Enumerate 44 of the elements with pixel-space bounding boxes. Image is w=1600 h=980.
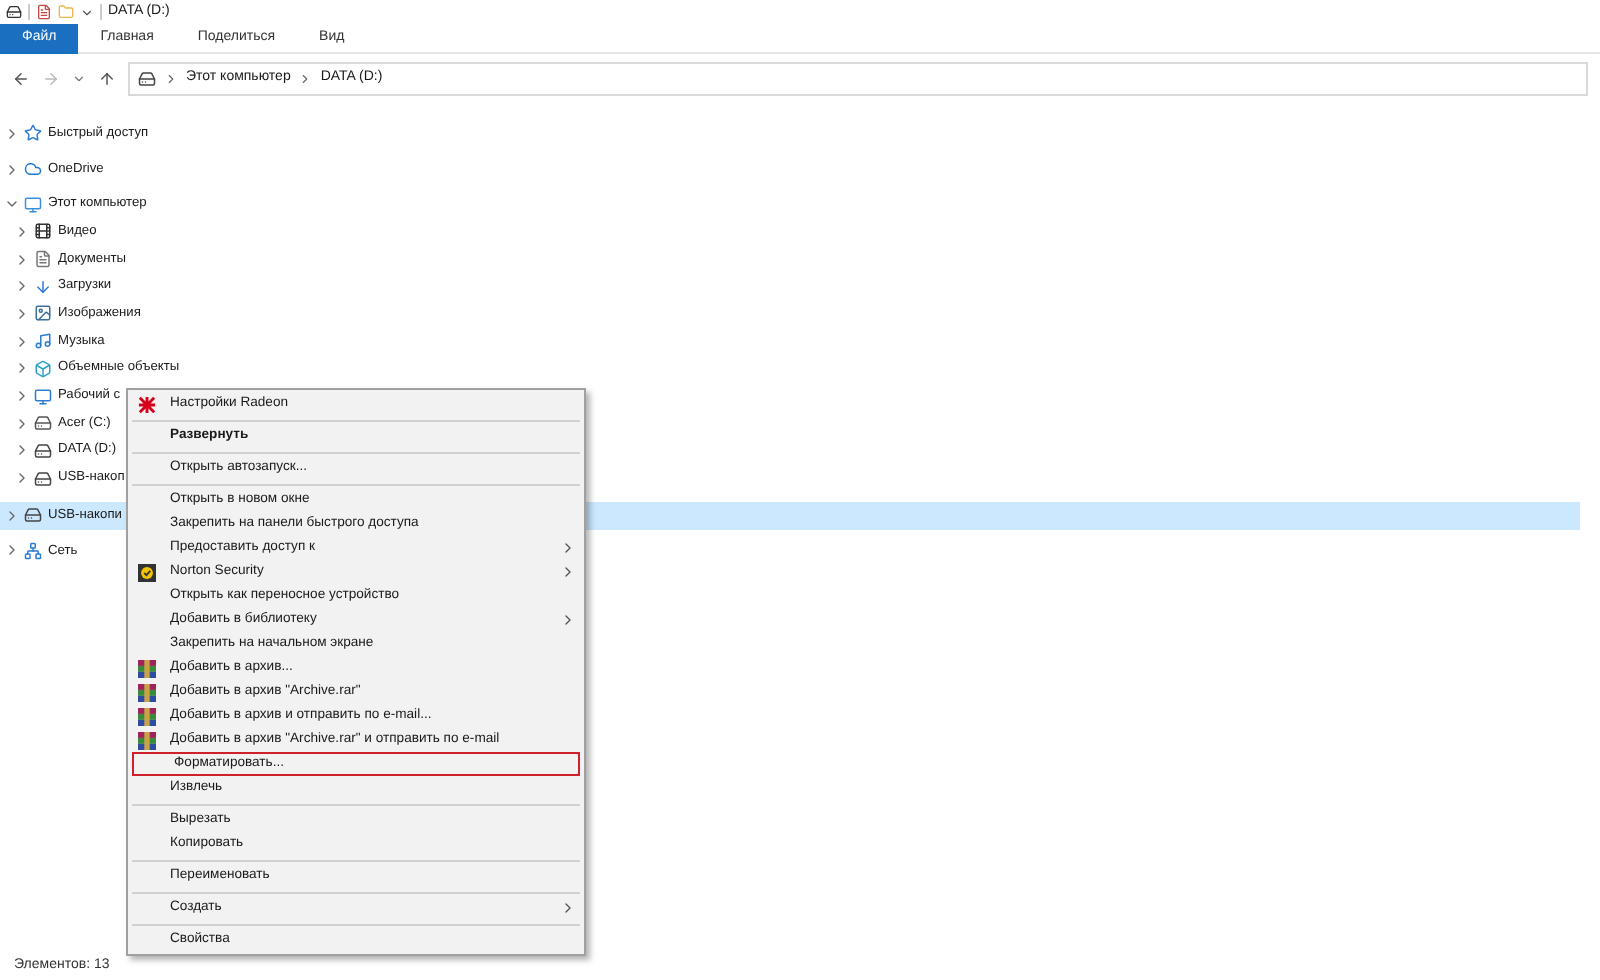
network-icon: [24, 541, 42, 560]
chevron-right-icon[interactable]: [4, 161, 20, 178]
chevron-right-icon[interactable]: [164, 71, 178, 85]
document-check-icon[interactable]: [36, 4, 52, 20]
caret-icon[interactable]: [80, 5, 94, 19]
chevron-right-icon[interactable]: [14, 415, 30, 432]
drive-icon: [34, 414, 52, 433]
film-icon: [34, 222, 52, 241]
drive-icon: [24, 506, 42, 525]
chevron-right-icon[interactable]: [14, 333, 30, 350]
drive-icon: [34, 469, 52, 488]
drive-icon: [34, 441, 52, 460]
chevron-right-icon[interactable]: [14, 223, 30, 240]
arrow-down-icon: [34, 277, 52, 296]
chevron-right-icon[interactable]: [14, 442, 30, 459]
monitor-icon: [24, 195, 42, 214]
picture-icon: [34, 304, 52, 323]
drive-icon: [138, 69, 156, 87]
books-stack-icon: [138, 683, 156, 701]
chevron-right-icon[interactable]: [298, 71, 313, 85]
chevron-right-icon[interactable]: [14, 388, 30, 405]
chevron-right-icon[interactable]: [14, 251, 30, 268]
chevron-right-icon[interactable]: [4, 542, 20, 559]
cube-icon: [34, 359, 52, 378]
chevron-right-icon[interactable]: [4, 125, 20, 142]
starburst-icon: [138, 395, 156, 413]
chevron-right-icon[interactable]: [4, 507, 20, 524]
chevron-right-icon[interactable]: [14, 278, 30, 295]
music-note-icon: [34, 332, 52, 351]
chevron-right-icon[interactable]: [14, 305, 30, 322]
books-stack-icon: [138, 731, 156, 749]
chevron-right-icon[interactable]: [14, 470, 30, 487]
star-icon: [24, 124, 42, 143]
cloud-icon: [24, 160, 42, 179]
document-icon: [34, 250, 52, 269]
chevron-down-icon[interactable]: [72, 71, 86, 85]
books-stack-icon: [138, 659, 156, 677]
monitor-icon: [34, 387, 52, 406]
books-stack-icon: [138, 707, 156, 725]
up-arrow-icon[interactable]: [98, 69, 116, 87]
back-arrow-icon[interactable]: [12, 69, 30, 87]
chevron-right-icon[interactable]: [14, 360, 30, 377]
shield-check-icon: [138, 563, 156, 581]
drive-icon: [6, 4, 22, 20]
